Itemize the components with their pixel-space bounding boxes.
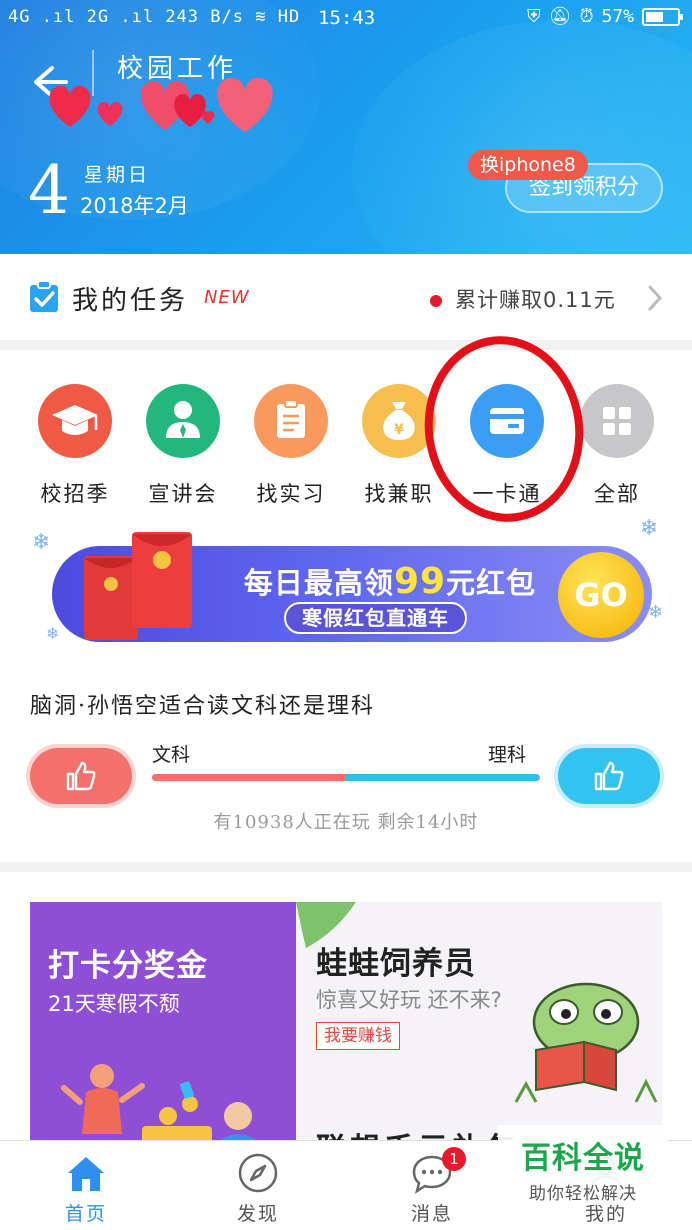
thumbs-up-icon [66,761,96,791]
tab-label: 首页 [64,1203,107,1225]
promo-frog-card[interactable]: 蛙蛙饲养员 惊喜又好玩 还不来? 我要赚钱 联想千元礼包 [296,902,662,1152]
battery-percent: 57% [601,6,634,27]
main-card: 校招季 宣讲会 找实习 ¥ 找兼职 一卡通 全部 ❄ ❄ ❄ ❄ 每日最高领99… [0,325,692,862]
vote-left-button[interactable] [30,748,132,804]
promo-section: 打卡分奖金 21天寒假不颓 蛙蛙饲养员 惊喜又好玩 还不来? 我要赚钱 [0,872,692,1152]
banner-subtitle: 寒假红包直通车 [284,602,467,634]
earn-money-button[interactable]: 我要赚钱 [316,1022,400,1050]
quiz-meta: 有10938人正在玩 剩余14小时 [213,812,479,833]
header: 4G .ıl 2G .ıl 243 B/s ≋ HD 15:43 ⛨ 🔕︎ ⏰︎… [0,0,692,254]
clipboard-check-icon [30,280,58,312]
option-right-label: 理科 [488,744,527,766]
date-day: 4 [28,152,70,229]
watermark-title: 百科全说 [521,1141,645,1176]
alarm-icon: ⏰︎ [579,6,594,27]
option-left-label: 文科 [152,744,191,766]
red-packet-banner[interactable]: 每日最高领99元红包 寒假红包直通车 GO [52,532,652,642]
quick-link-label: 宣讲会 [148,482,218,506]
snowflake-icon: ❄ [46,624,60,643]
iphone-badge[interactable]: 换iphone8 [468,150,588,180]
status-bar: 4G .ıl 2G .ıl 243 B/s ≋ HD 15:43 ⛨ 🔕︎ ⏰︎… [0,0,692,36]
tab-home[interactable]: 首页 [26,1141,146,1230]
quick-link-all[interactable]: 全部 [562,384,672,514]
frog-reading-illustration [514,982,658,1103]
quick-link-presentation[interactable]: 宣讲会 [128,384,238,514]
speaker-person-icon [146,384,220,458]
earned-amount: 累计赚取0.11元 [455,288,616,312]
promo-left-title: 打卡分奖金 [48,948,208,984]
task-title: 我的任务 [72,286,189,316]
compass-icon [238,1153,278,1193]
message-badge: 1 [442,1147,466,1171]
tab-discover[interactable]: 发现 [198,1141,318,1230]
quick-link-label: 全部 [594,482,640,506]
promo-right-subtitle: 惊喜又好玩 还不来? [316,988,502,1012]
wifi-icon: ≋ [255,7,267,27]
promo-right-title: 蛙蛙饲养员 [316,946,476,982]
status-right: ⛨ 🔕︎ ⏰︎ 57% [527,6,683,27]
money-bag-icon: ¥ [362,384,436,458]
vote-progress-bar [152,774,540,781]
header-glow [352,20,692,254]
shield-icon: ⛨ [527,6,541,27]
vote-right-button[interactable] [558,748,660,804]
task-bar[interactable]: 我的任务 NEW 累计赚取0.11元 [0,254,692,340]
tab-label: 发现 [236,1203,279,1225]
snowflake-icon: ❄ [32,530,51,555]
quick-link-label: 校招季 [40,482,110,506]
red-dot [430,295,442,307]
tab-messages[interactable]: 1 消息 [372,1141,492,1230]
quick-link-campus-recruit[interactable]: 校招季 [20,384,130,514]
quick-link-label: 找实习 [256,482,326,506]
celebration-illustration [61,1064,256,1152]
watermark: 百科全说 助你轻松解决 [498,1125,668,1205]
vote-progress-fill [152,774,346,781]
battery-icon [642,7,683,26]
chevron-right-icon [648,285,663,311]
status-signal: 4G .ıl 2G .ıl 243 B/s ≋ HD [8,7,301,27]
quick-link-internship[interactable]: 找实习 [236,384,346,514]
quiz-question: 脑洞·孙悟空适合读文科还是理科 [30,694,375,719]
watermark-subtitle: 助你轻松解决 [529,1184,637,1204]
svg-text:¥: ¥ [394,422,404,438]
home-icon [68,1157,104,1191]
grid-icon [580,384,654,458]
card-icon [470,384,544,458]
hearts-sticker-icon [49,77,273,132]
red-envelope-icon [84,532,192,640]
quick-link-label: 找兼职 [364,482,434,506]
promo-checkin-card[interactable]: 打卡分奖金 21天寒假不颓 [30,902,296,1152]
quick-link-part-time[interactable]: ¥ 找兼职 [344,384,454,514]
quick-link-label: 一卡通 [472,482,542,506]
banner-title: 每日最高领99元红包 [243,561,537,602]
thumbs-up-icon [594,761,624,791]
promo-left-subtitle: 21天寒假不颓 [48,992,180,1016]
date-weekday: 星期日 [84,164,151,186]
quick-link-campus-card[interactable]: 一卡通 [452,384,562,514]
mute-icon: 🔕︎ [548,6,572,27]
graduation-cap-icon [38,384,112,458]
go-button[interactable]: GO [558,552,644,638]
tab-label: 消息 [410,1203,453,1225]
clipboard-icon [254,384,328,458]
status-time: 15:43 [318,7,376,29]
date-month: 2018年2月 [80,194,189,218]
new-tag: NEW [204,287,250,308]
snowflake-icon: ❄ [640,516,659,541]
